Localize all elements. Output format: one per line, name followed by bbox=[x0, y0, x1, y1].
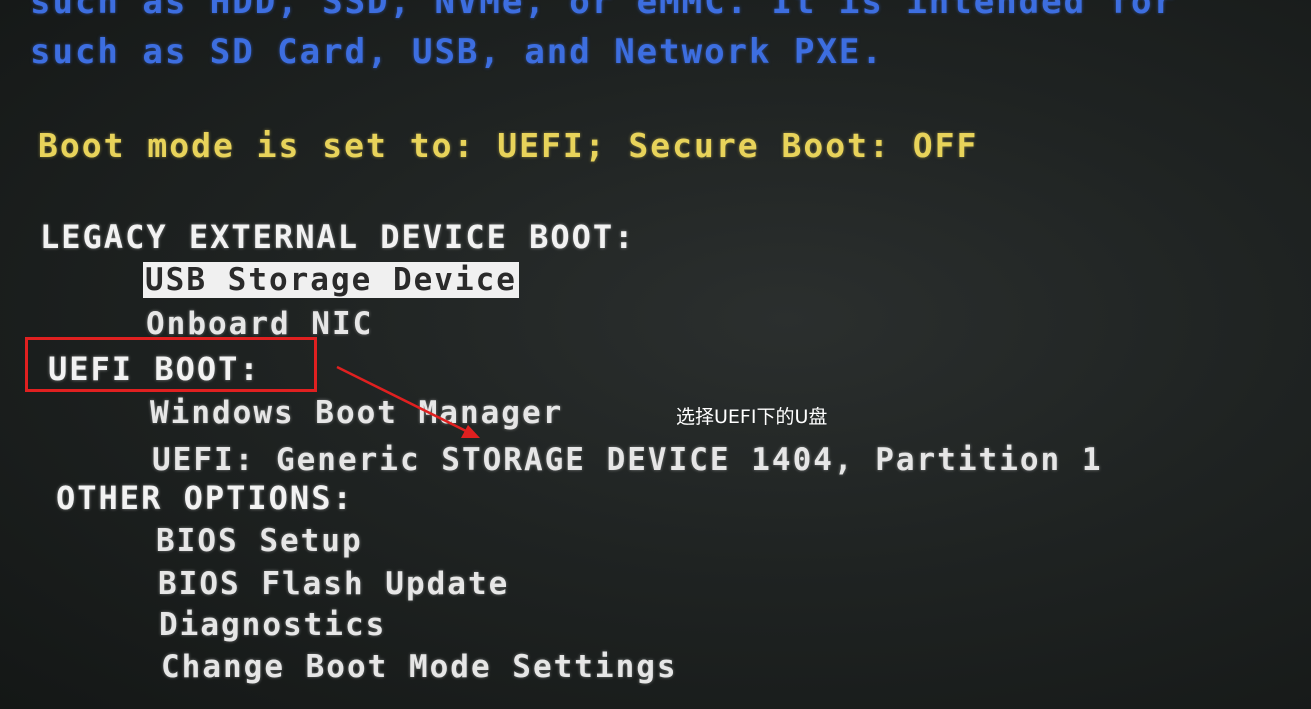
option-diagnostics[interactable]: Diagnostics bbox=[159, 607, 386, 643]
intro-text-line-1: such as HDD, SSD, NVMe, or eMMC. It is i… bbox=[30, 0, 1176, 22]
intro-text-line-2: such as SD Card, USB, and Network PXE. bbox=[30, 32, 884, 72]
boot-item-label: USB Storage Device bbox=[143, 262, 519, 298]
annotation-highlight-box bbox=[25, 337, 317, 392]
other-options-heading: OTHER OPTIONS: bbox=[56, 479, 354, 517]
option-change-boot-mode-settings[interactable]: Change Boot Mode Settings bbox=[161, 649, 678, 685]
boot-item-usb-storage-device[interactable]: USB Storage Device bbox=[143, 262, 519, 298]
boot-item-uefi-storage-device[interactable]: UEFI: Generic STORAGE DEVICE 1404, Parti… bbox=[152, 442, 1103, 478]
option-bios-flash-update[interactable]: BIOS Flash Update bbox=[158, 566, 509, 602]
legacy-boot-heading: LEGACY EXTERNAL DEVICE BOOT: bbox=[40, 218, 636, 256]
annotation-note: 选择UEFI下的U盘 bbox=[676, 406, 828, 428]
option-bios-setup[interactable]: BIOS Setup bbox=[156, 523, 363, 559]
boot-mode-status: Boot mode is set to: UEFI; Secure Boot: … bbox=[38, 126, 979, 165]
boot-item-windows-boot-manager[interactable]: Windows Boot Manager bbox=[150, 395, 563, 431]
